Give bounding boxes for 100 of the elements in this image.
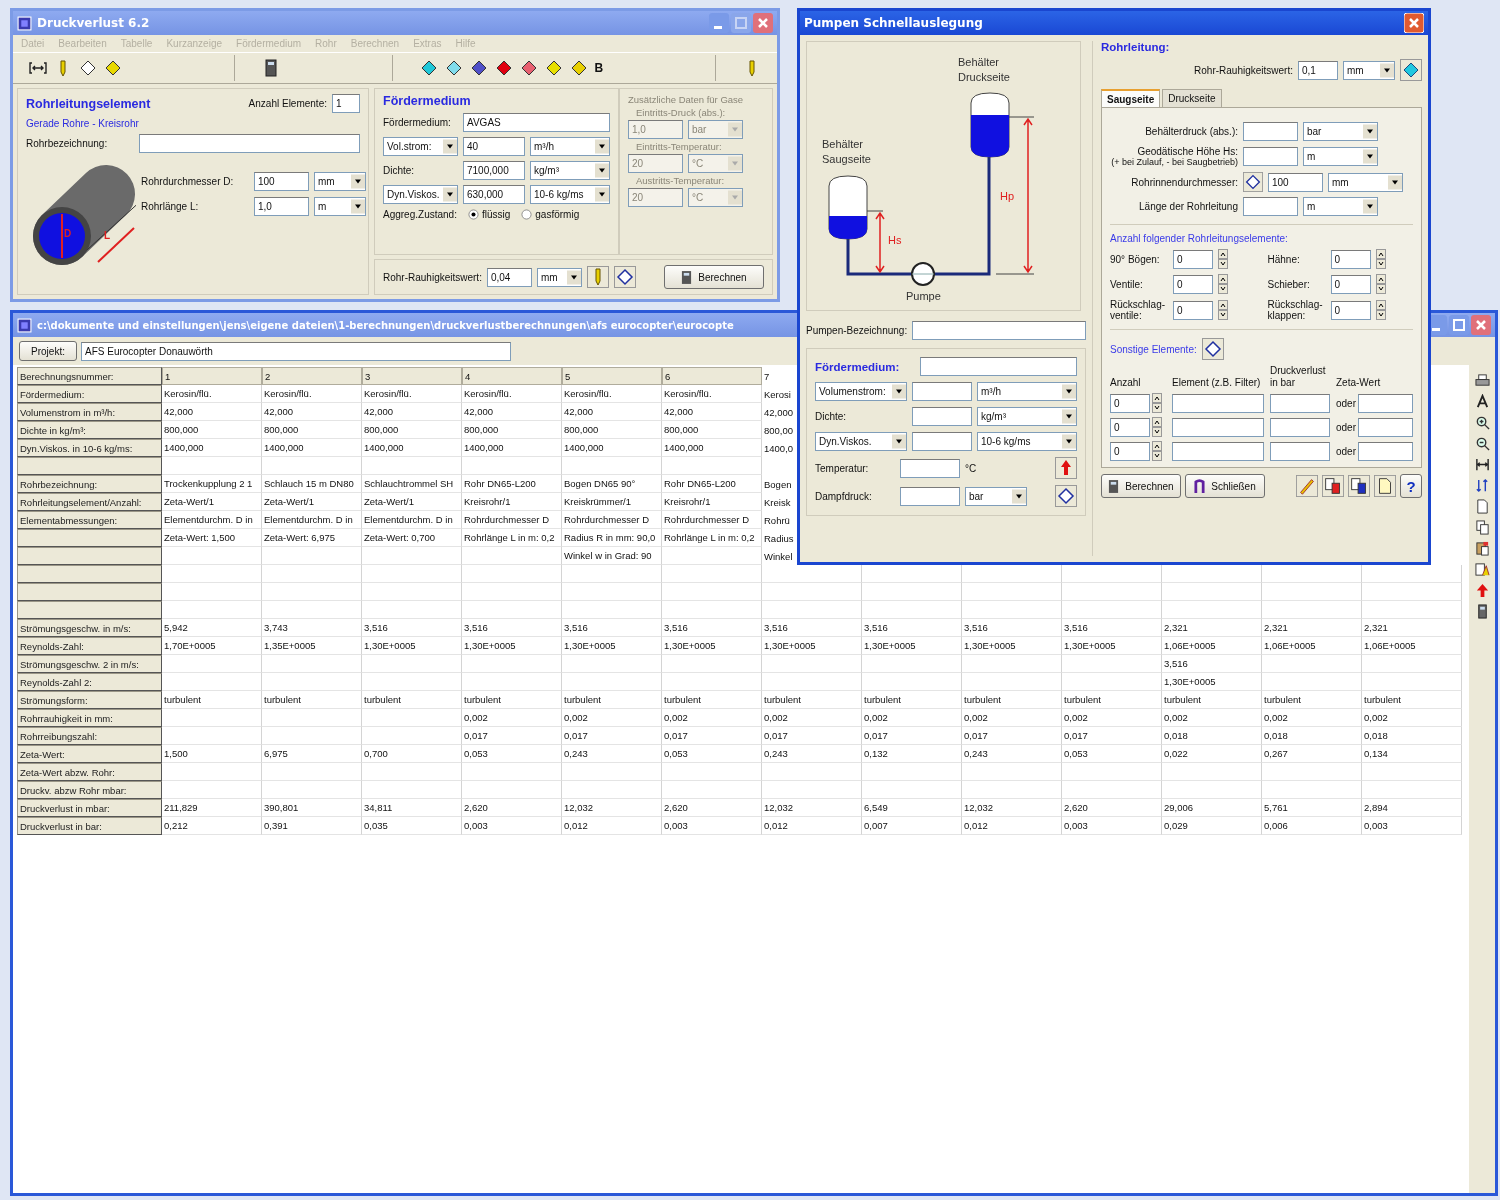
eraser-icon[interactable]: [1055, 485, 1077, 507]
input-field[interactable]: [1270, 418, 1330, 437]
unit-dropdown[interactable]: m³/h: [530, 137, 610, 156]
input-field[interactable]: [912, 321, 1086, 340]
input-field[interactable]: [1243, 122, 1298, 141]
radio-option[interactable]: gasförmig: [521, 209, 580, 220]
bold-button[interactable]: B: [594, 61, 604, 75]
sort-icon[interactable]: [1474, 478, 1490, 493]
close-icon[interactable]: [1404, 13, 1424, 33]
input-field[interactable]: [900, 458, 960, 478]
quantity-dropdown[interactable]: Vol.strom:: [383, 137, 458, 156]
input-field[interactable]: [1172, 442, 1264, 461]
spin-buttons[interactable]: [1218, 274, 1228, 294]
radio-option[interactable]: flüssig: [467, 209, 511, 220]
element-type-link[interactable]: Gerade Rohre - Kreisrohr: [26, 118, 360, 129]
input-field[interactable]: [1243, 147, 1298, 166]
diamond-icon[interactable]: [1400, 59, 1422, 81]
unit-dropdown[interactable]: 10-6 kg/ms: [977, 432, 1077, 451]
resize-icon[interactable]: [29, 59, 47, 77]
unit-dropdown[interactable]: mm: [314, 172, 366, 191]
arrow-up-icon[interactable]: [1474, 583, 1490, 598]
diamond-icon[interactable]: [494, 59, 513, 77]
input-field[interactable]: [139, 134, 360, 153]
diamond-icon[interactable]: [469, 59, 488, 77]
input-field[interactable]: [1358, 394, 1413, 413]
input-field[interactable]: [1172, 394, 1264, 413]
input-field[interactable]: 0: [1173, 274, 1213, 294]
input-field[interactable]: [920, 357, 1077, 376]
input-field[interactable]: [912, 382, 972, 401]
input-field[interactable]: 7100,000: [463, 161, 525, 180]
spin-buttons[interactable]: [1375, 274, 1386, 294]
close-icon[interactable]: [753, 13, 773, 33]
unit-dropdown[interactable]: kg/m³: [977, 407, 1077, 426]
diamond-icon[interactable]: [444, 59, 463, 77]
input-field[interactable]: [900, 486, 960, 506]
input-field[interactable]: 0: [1110, 441, 1150, 461]
zoom-in-icon[interactable]: [1474, 415, 1490, 430]
eraser-icon[interactable]: [1201, 338, 1224, 360]
printer-icon[interactable]: [1474, 373, 1490, 388]
export-icon[interactable]: [1474, 562, 1490, 577]
input-field[interactable]: 0: [1173, 300, 1213, 320]
spin-buttons[interactable]: [1375, 300, 1386, 320]
calculate-button[interactable]: Berechnen: [664, 265, 764, 289]
quantity-dropdown[interactable]: Volumenstrom:: [815, 382, 907, 401]
input-field[interactable]: 100: [254, 172, 309, 191]
input-field[interactable]: 0,1: [1298, 60, 1338, 80]
zoom-out-icon[interactable]: [1474, 436, 1490, 451]
spin-buttons[interactable]: [1218, 300, 1228, 320]
spin-buttons[interactable]: [1375, 249, 1386, 269]
close-button[interactable]: Schließen: [1185, 474, 1265, 498]
unit-dropdown[interactable]: 10-6 kg/ms: [530, 185, 610, 204]
input-field[interactable]: 1: [332, 94, 360, 113]
project-button[interactable]: Projekt:: [19, 341, 77, 361]
eraser-icon[interactable]: [1243, 172, 1263, 192]
font-icon[interactable]: [1474, 394, 1490, 409]
arrow-up-icon[interactable]: [1055, 457, 1077, 479]
input-field[interactable]: 0: [1330, 249, 1371, 269]
input-field[interactable]: 0: [1330, 300, 1371, 320]
diamond-icon[interactable]: [544, 59, 563, 77]
close-icon[interactable]: [1471, 315, 1491, 335]
column-width-icon[interactable]: [1474, 457, 1490, 472]
unit-dropdown[interactable]: m³/h: [977, 382, 1077, 401]
unit-dropdown[interactable]: mm: [1343, 60, 1395, 80]
document-icon[interactable]: [1374, 475, 1396, 497]
unit-dropdown[interactable]: mm: [1328, 172, 1403, 192]
unit-dropdown[interactable]: mm: [536, 267, 582, 287]
input-field[interactable]: 0: [1110, 417, 1150, 437]
help-button[interactable]: ?: [1400, 474, 1422, 498]
copy-icon[interactable]: [1322, 475, 1344, 497]
input-field[interactable]: 1,0: [254, 197, 309, 216]
spin-buttons[interactable]: [1218, 249, 1228, 269]
input-field[interactable]: 0: [1330, 274, 1371, 294]
input-field[interactable]: 0,04: [486, 267, 532, 287]
diamond-icon[interactable]: [104, 59, 122, 77]
paste-icon[interactable]: [1474, 541, 1490, 556]
diamond-icon[interactable]: [419, 59, 438, 77]
diamond-icon[interactable]: [569, 59, 588, 77]
input-field[interactable]: 630,000: [463, 185, 525, 204]
pencil-icon[interactable]: [1296, 475, 1318, 497]
calculate-button[interactable]: Berechnen: [1101, 474, 1181, 498]
input-field[interactable]: 0: [1110, 393, 1150, 413]
input-field[interactable]: [1172, 418, 1264, 437]
unit-dropdown[interactable]: kg/m³: [530, 161, 610, 180]
input-field[interactable]: [1270, 442, 1330, 461]
spin-buttons[interactable]: [1152, 417, 1162, 437]
input-field[interactable]: 100: [1268, 172, 1323, 192]
unit-dropdown[interactable]: bar: [1303, 122, 1378, 141]
copy-icon[interactable]: [1348, 475, 1370, 497]
input-field[interactable]: [1243, 197, 1298, 216]
unit-dropdown[interactable]: m: [314, 197, 366, 216]
input-field[interactable]: [912, 407, 972, 426]
document-icon[interactable]: [1474, 499, 1490, 514]
input-field[interactable]: AVGAS: [463, 113, 610, 132]
unit-dropdown[interactable]: m: [1303, 147, 1378, 166]
project-field[interactable]: AFS Eurocopter Donauwörth: [81, 341, 511, 361]
input-field[interactable]: 0: [1173, 249, 1213, 269]
copy-icon[interactable]: [1474, 520, 1490, 535]
spin-buttons[interactable]: [1152, 441, 1162, 461]
input-field[interactable]: [912, 432, 972, 451]
spin-buttons[interactable]: [1152, 393, 1162, 413]
